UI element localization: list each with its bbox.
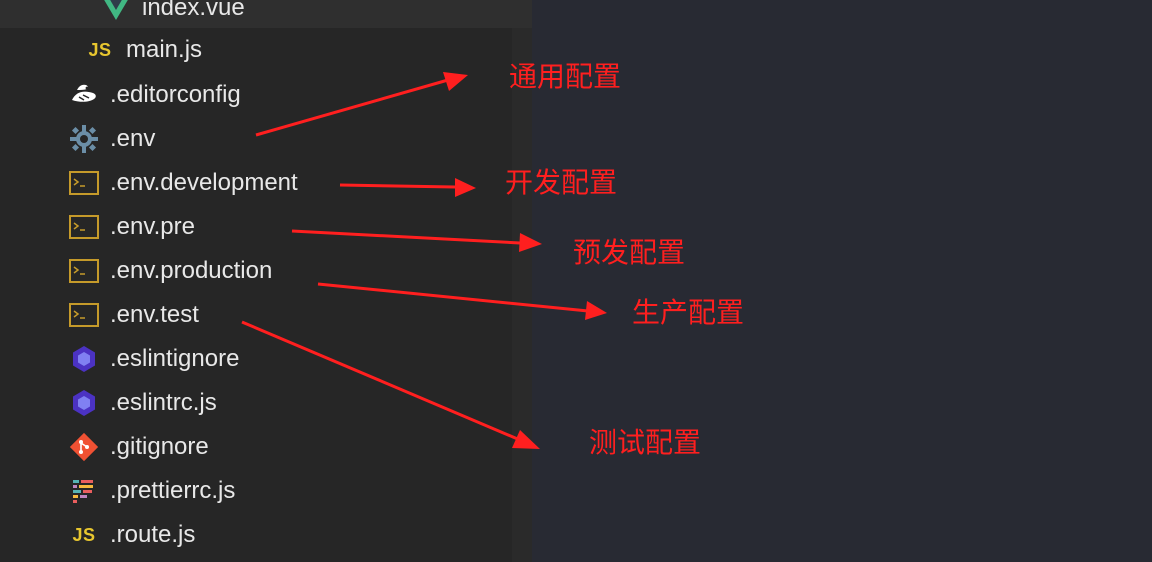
annotation-development-config: 开发配置 [505, 167, 618, 198]
file-name: .env [110, 125, 156, 152]
file-name: .env.production [110, 257, 273, 284]
prettier-icon [68, 475, 100, 507]
git-icon [68, 431, 100, 463]
file-row-env-test[interactable]: .env.test [68, 293, 199, 337]
js-icon: JS [88, 39, 112, 60]
file-name: .editorconfig [110, 81, 241, 108]
selected-row-highlight [0, 0, 532, 28]
terminal-icon [68, 211, 100, 243]
file-row-env-development[interactable]: .env.development [68, 161, 298, 205]
eslint-icon [68, 387, 100, 419]
file-row-editorconfig[interactable]: .editorconfig [68, 73, 241, 117]
file-name: .env.test [110, 301, 199, 328]
file-row-prettierrc-js[interactable]: .prettierrc.js [68, 469, 235, 513]
file-row-eslintignore[interactable]: .eslintignore [68, 337, 239, 381]
terminal-icon [68, 255, 100, 287]
file-row-main-js[interactable]: JS main.js [84, 28, 202, 72]
file-name: .eslintrc.js [110, 389, 217, 416]
annotation-general-config: 通用配置 [509, 61, 622, 92]
file-name: .eslintignore [110, 345, 240, 372]
file-name: index.vue [142, 0, 245, 21]
file-row-env-pre[interactable]: .env.pre [68, 205, 195, 249]
editorconfig-icon [68, 79, 100, 111]
terminal-icon [68, 299, 100, 331]
file-explorer: index.vue JS main.js .editorconfig .env … [0, 0, 532, 562]
file-row-env[interactable]: .env [68, 117, 155, 161]
file-row-eslintrc-js[interactable]: .eslintrc.js [68, 381, 217, 425]
file-name: .prettierrc.js [110, 477, 236, 504]
file-name: .route.js [110, 521, 196, 548]
file-name: .gitignore [110, 433, 209, 460]
file-name: .env.development [110, 169, 298, 196]
file-row-route-js[interactable]: JS .route.js [68, 513, 195, 557]
annotation-pre-release-config: 预发配置 [573, 237, 686, 268]
vue-icon [100, 0, 132, 24]
terminal-icon [68, 167, 100, 199]
file-row-index-vue[interactable]: index.vue [100, 0, 245, 30]
file-row-env-production[interactable]: .env.production [68, 249, 272, 293]
file-row-gitignore[interactable]: .gitignore [68, 425, 209, 469]
eslint-icon [68, 343, 100, 375]
js-icon: JS [72, 524, 96, 545]
annotation-production-config: 生产配置 [632, 297, 745, 328]
annotation-test-config: 测试配置 [589, 427, 702, 458]
explorer-divider [512, 28, 532, 562]
file-name: .env.pre [110, 213, 195, 240]
file-name: main.js [126, 36, 203, 63]
gear-icon [68, 123, 100, 155]
code-editor-screen: index.vue JS main.js .editorconfig .env … [0, 0, 1152, 562]
